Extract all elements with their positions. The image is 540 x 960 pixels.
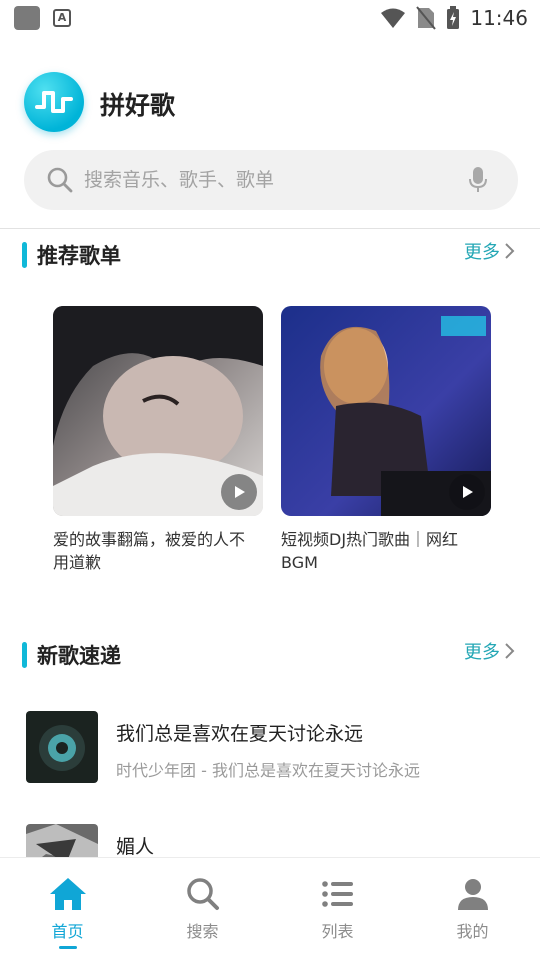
nav-label: 搜索 [186, 922, 219, 941]
song-cover-image [26, 711, 98, 783]
section-new-songs-label: 新歌速递 [37, 644, 121, 668]
search-input[interactable] [84, 166, 464, 194]
song-list-item[interactable]: 我们总是喜欢在夏天讨论永远 时代少年团 - 我们总是喜欢在夏天讨论永远 [26, 711, 516, 783]
more-label: 更多 [464, 242, 500, 263]
playlist-cover[interactable] [281, 306, 491, 516]
nav-home[interactable]: 首页 [0, 858, 135, 960]
search-bar[interactable] [24, 150, 518, 210]
waveform-logo-icon [35, 91, 73, 113]
song-cover [26, 711, 98, 783]
notification-icon [14, 6, 40, 30]
nav-label: 列表 [321, 922, 354, 941]
song-title: 我们总是喜欢在夏天讨论永远 [116, 723, 364, 745]
battery-charging-icon [447, 6, 460, 29]
active-indicator [58, 946, 77, 949]
chevron-right-icon [505, 243, 515, 259]
song-subtitle: 时代少年团 - 我们总是喜欢在夏天讨论永远 [116, 761, 420, 780]
playlist-card[interactable]: 短视频DJ热门歌曲｜网红BGM [281, 306, 493, 574]
nav-search[interactable]: 搜索 [135, 858, 270, 960]
home-icon [49, 878, 86, 910]
section-recommended-label: 推荐歌单 [37, 244, 121, 268]
nav-list[interactable]: 列表 [270, 858, 405, 960]
wifi-icon [381, 8, 406, 28]
play-button[interactable] [449, 474, 485, 510]
playlist-cover[interactable] [53, 306, 263, 516]
nav-label: 首页 [51, 922, 84, 941]
user-icon [457, 879, 488, 910]
nav-profile[interactable]: 我的 [405, 858, 540, 960]
playlist-title[interactable]: 爱的故事翻篇，被爱的人不用道歉 [53, 528, 249, 574]
microphone-icon[interactable] [468, 166, 488, 194]
header-divider [0, 228, 540, 229]
play-icon [235, 486, 245, 498]
status-icons: 11:46 [380, 5, 528, 31]
search-icon [186, 878, 219, 910]
section-recommended-title: 推荐歌单 [22, 240, 121, 270]
chevron-right-icon [505, 643, 515, 659]
play-icon [463, 486, 473, 498]
nav-label: 我的 [456, 922, 489, 941]
play-button[interactable] [221, 474, 257, 510]
clock: 11:46 [470, 6, 528, 30]
app-logo [24, 72, 84, 132]
app-notification-icon: A [53, 9, 71, 27]
section-accent-bar [22, 242, 27, 268]
list-icon [321, 881, 353, 907]
recommended-more-link[interactable]: 更多 [464, 238, 516, 264]
section-accent-bar [22, 642, 27, 668]
bottom-navigation: 首页 搜索 列表 我的 [0, 857, 540, 960]
playlist-card[interactable]: 爱的故事翻篇，被爱的人不用道歉 [53, 306, 265, 574]
section-new-songs-title: 新歌速递 [22, 640, 121, 670]
status-bar: A 11:46 [0, 0, 540, 36]
search-icon [47, 167, 73, 193]
playlist-title[interactable]: 短视频DJ热门歌曲｜网红BGM [281, 528, 477, 574]
song-title: 媚人 [116, 836, 155, 858]
new-songs-more-link[interactable]: 更多 [464, 638, 516, 664]
app-title: 拼好歌 [100, 91, 176, 120]
no-sim-icon [416, 6, 437, 30]
more-label: 更多 [464, 642, 500, 663]
